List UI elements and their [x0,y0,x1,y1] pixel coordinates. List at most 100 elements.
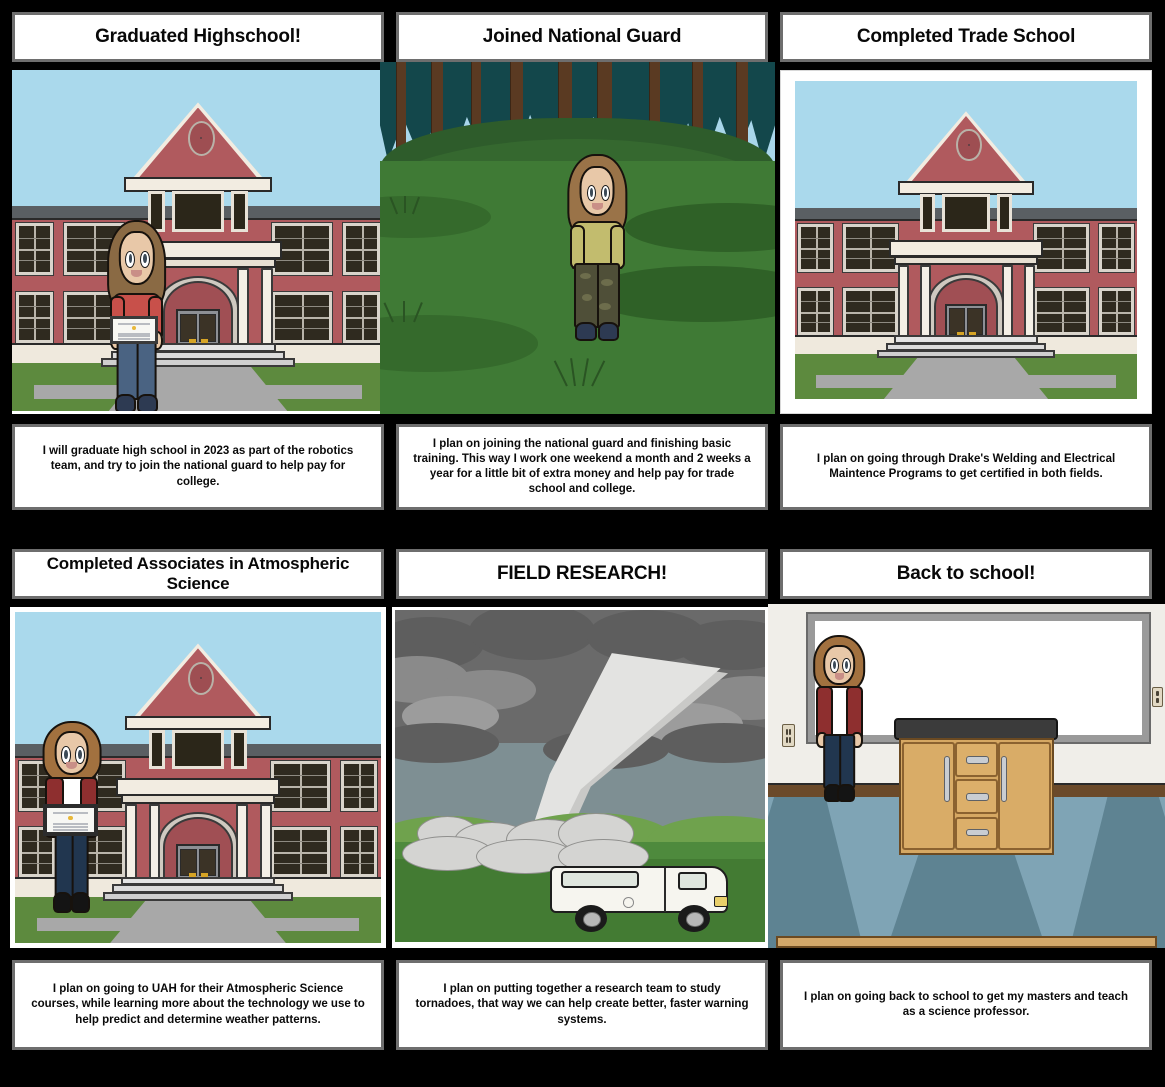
bench-drawer-middle-handle [965,793,990,801]
pediment-medallion-icon [956,128,982,162]
step-bottom [102,892,294,901]
panel-6-title-card[interactable]: Back to school! [780,549,1152,599]
van-headlight [713,896,728,908]
character-jeans [54,832,90,898]
electrical-outlet-right-icon [1152,686,1164,708]
pediment-medallion-icon [187,121,215,156]
character-shoe-right [597,321,620,341]
storyboard-root: Graduated Highschool! I will graduate hi… [0,0,1165,1087]
panel-3-scene[interactable] [780,70,1152,414]
panel-2-scene[interactable] [380,62,775,414]
panel-4-scene[interactable] [10,607,386,948]
graduate-woman-character [42,721,102,914]
panel-5-caption: I plan on putting together a research te… [415,983,749,1026]
character-jeans [823,734,856,790]
bench-drawer-bottom-handle [965,828,990,837]
character-shoe-left [575,321,597,341]
panel-3-title: Completed Trade School [856,26,1076,48]
floor-tile-left [768,796,864,948]
bench-drawer-top-handle [965,756,990,764]
van-cab-window [678,872,707,890]
diploma [109,315,158,345]
panel-6-artwork [768,604,1165,948]
window-row1-4 [342,222,382,276]
character-camo-pants [574,263,621,328]
panel-5-artwork [395,610,765,942]
portico-architrave [121,794,275,804]
character-eye-right [75,746,85,764]
panel-6-caption: I plan on going back to school to get my… [804,990,1128,1018]
panel-2-caption: I plan on joining the national guard and… [413,437,751,496]
floor-tile-right [1069,796,1165,948]
window-upper-center-left [148,729,166,770]
framed-diploma [43,803,99,837]
panel-2-title-card[interactable]: Joined National Guard [396,12,768,62]
panel-6-caption-card[interactable]: I plan on going back to school to get my… [780,960,1152,1050]
panel-6-title: Back to school! [896,563,1036,585]
panel-1-caption-card[interactable]: I will graduate high school in 2023 as p… [12,424,384,510]
character-boot-right [71,892,91,914]
panel-3-title-card[interactable]: Completed Trade School [780,12,1152,62]
panel-3-artwork [795,81,1137,399]
window-row2-3 [1033,286,1091,337]
window-row2-1 [14,290,54,344]
panel-4-caption-card[interactable]: I plan on going to UAH for their Atmosph… [12,960,384,1050]
character-eye-left [61,746,71,764]
grass-tuft-1 [389,195,420,214]
panel-4-title-card[interactable]: Completed Associates in Atmospheric Scie… [12,549,384,599]
window-row2-4 [342,290,382,344]
window-row2-4 [1098,286,1135,337]
teacher-character [813,634,866,803]
window-upper-center-left [919,193,936,233]
research-van [550,865,728,932]
panel-5-caption-card[interactable]: I plan on putting together a research te… [396,960,768,1050]
electrical-outlet-left-icon [782,724,795,748]
van-wheel-rear [575,905,608,932]
panel-3-caption-card[interactable]: I plan on going through Drake's Welding … [780,424,1152,510]
lab-bench [894,717,1059,856]
panel-4-caption: I plan on going to UAH for their Atmosph… [31,983,365,1026]
window-upper-center [942,193,990,233]
step-bottom [877,350,1055,359]
window-upper-center [172,729,224,770]
window-row2-1 [797,286,834,337]
window-row1-4 [1098,223,1135,273]
van-wheel-front [678,905,711,932]
character-jeans [116,334,158,400]
character-shoe-right [137,393,158,411]
grass-tuft-3 [553,357,606,387]
window-row2-4 [339,826,379,878]
panel-1-caption: I will graduate high school in 2023 as p… [42,445,354,488]
window-row2-3 [270,826,331,878]
panel-3-caption: I plan on going through Drake's Welding … [816,452,1116,480]
character-boot-left [53,892,73,914]
panel-2-artwork [380,62,775,414]
window-upper-center-right [996,193,1013,233]
portico-cornice [115,777,281,796]
bench-door-left-handle [943,756,950,803]
panel-5-scene[interactable] [392,607,768,948]
window-upper-center-right [231,191,249,232]
floor-front-strip [775,935,1158,948]
guard-character [567,153,627,341]
portico-cornice [889,240,1043,258]
bench-door-right-handle [1001,756,1008,803]
character-eye-right [842,658,851,674]
panel-1-scene[interactable] [12,70,384,414]
panel-6-scene[interactable] [768,604,1165,948]
window-row1-1 [14,222,54,276]
window-upper-center-right [230,729,248,770]
portico-architrave [894,255,1038,266]
character-boot-right [837,783,855,803]
window-row1-4 [339,759,379,812]
panel-2-caption-card[interactable]: I plan on joining the national guard and… [396,424,768,510]
panel-5-title-card[interactable]: FIELD RESEARCH! [396,549,768,599]
upper-entablature [897,181,1035,195]
window-upper-center [171,191,225,232]
van-door-seam [664,868,667,913]
walkway-cross [36,918,360,932]
upper-entablature [123,177,273,192]
panel-4-artwork [15,612,381,943]
panel-1-title-card[interactable]: Graduated Highschool! [12,12,384,62]
walkway-cross [815,375,1117,388]
